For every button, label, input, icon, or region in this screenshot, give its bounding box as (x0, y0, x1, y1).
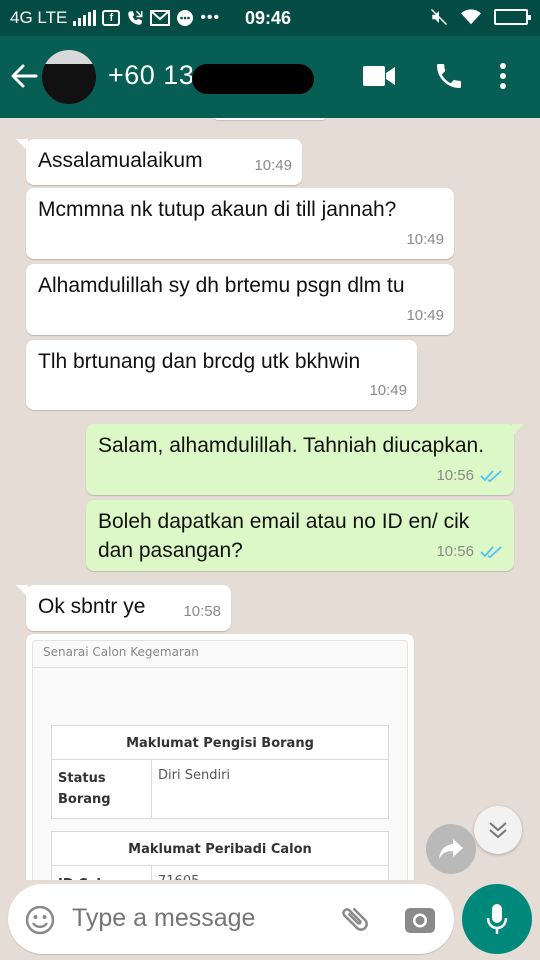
redaction-bar (192, 64, 314, 94)
status-time: 09:46 (245, 8, 292, 28)
chat-area[interactable]: Assalamualaikum 10:49 Mcmmna nk tutup ak… (0, 118, 540, 880)
voice-record-button[interactable] (462, 884, 532, 954)
attachment-icon[interactable] (338, 902, 372, 936)
message-input-container[interactable] (8, 884, 454, 954)
message-input[interactable] (72, 904, 322, 933)
forward-button[interactable] (426, 824, 476, 874)
video-call-icon[interactable] (362, 64, 396, 88)
message-time: 10:49 (406, 307, 444, 324)
message-bubble-outgoing[interactable]: Salam, alhamdulillah. Tahniah diucapkan.… (86, 424, 524, 495)
message-text: Ok sbntr ye (38, 595, 146, 618)
contact-name[interactable]: +60 13- (108, 60, 204, 91)
double-chevron-down-icon (489, 822, 507, 839)
share-arrow-icon (439, 839, 463, 859)
form-section-filler: Maklumat Pengisi Borang Status Borang Di… (51, 725, 389, 819)
message-time: 10:49 (369, 382, 407, 399)
message-time: 10:49 (406, 231, 444, 248)
phone-icon[interactable] (433, 60, 465, 92)
wifi-icon (461, 9, 481, 25)
chat-header: +60 13- (0, 36, 540, 118)
emoji-icon[interactable] (24, 904, 56, 936)
mute-icon (430, 8, 448, 26)
avatar[interactable] (42, 50, 96, 104)
form-value: 71605 (152, 866, 205, 880)
message-bubble[interactable]: Alhamdulillah sy dh brtemu psgn dlm tu 1… (26, 264, 454, 335)
chat-icon (177, 10, 194, 26)
message-text: Mcmmna nk tutup akaun di till jannah? (38, 198, 397, 221)
battery-icon (494, 9, 531, 25)
form-key: ID Calon (52, 866, 152, 880)
screenshot-image: Senarai Calon Kegemaran Maklumat Pengisi… (32, 640, 408, 880)
more-dots-icon: ••• (200, 9, 221, 26)
message-bubble[interactable]: Mcmmna nk tutup akaun di till jannah? 10… (26, 188, 454, 259)
read-ticks-icon (480, 545, 502, 558)
form-value: Diri Sendiri (158, 768, 231, 783)
camera-icon[interactable] (404, 904, 436, 934)
status-bar: 4G LTE f ••• 09:46 (0, 0, 540, 36)
image-top-label: Senarai Calon Kegemaran (43, 645, 199, 659)
read-ticks-icon (480, 469, 502, 482)
date-chip (214, 118, 326, 120)
form-section-title: Maklumat Peribadi Calon (52, 832, 388, 866)
form-key: Status Borang (52, 760, 152, 818)
back-arrow-icon[interactable] (8, 58, 40, 94)
missed-call-icon (128, 10, 143, 25)
message-text: Assalamualaikum (38, 149, 203, 172)
network-label: 4G LTE (10, 8, 68, 27)
message-bubble[interactable]: Tlh brtunang dan brcdg utk bkhwin 10:49 (26, 340, 417, 410)
scroll-down-button[interactable] (474, 806, 522, 854)
message-text: Boleh dapatkan email atau no ID en/ cik … (98, 510, 470, 562)
message-bubble[interactable]: Ok sbntr ye 10:58 (16, 585, 231, 631)
message-text: Salam, alhamdulillah. Tahniah diucapkan. (98, 434, 485, 457)
message-time: 10:56 (436, 543, 474, 560)
message-bubble[interactable]: Assalamualaikum 10:49 (16, 139, 302, 185)
message-time: 10:49 (254, 157, 292, 174)
form-section-candidate: Maklumat Peribadi Calon ID Calon 71605 (51, 831, 389, 880)
message-text: Alhamdulillah sy dh brtemu psgn dlm tu (38, 274, 405, 297)
message-bubble-outgoing[interactable]: Boleh dapatkan email atau no ID en/ cik … (86, 500, 514, 571)
more-vert-icon[interactable] (496, 60, 510, 92)
facebook-icon: f (102, 10, 121, 26)
gmail-icon (150, 10, 171, 26)
composer-bar (0, 880, 540, 960)
signal-icon (73, 10, 97, 26)
form-section-title: Maklumat Pengisi Borang (52, 726, 388, 760)
message-time: 10:58 (183, 603, 221, 620)
microphone-icon (486, 904, 508, 934)
message-text: Tlh brtunang dan brcdg utk bkhwin (38, 350, 361, 373)
message-time: 10:56 (436, 467, 474, 484)
image-message[interactable]: Senarai Calon Kegemaran Maklumat Pengisi… (26, 634, 414, 880)
